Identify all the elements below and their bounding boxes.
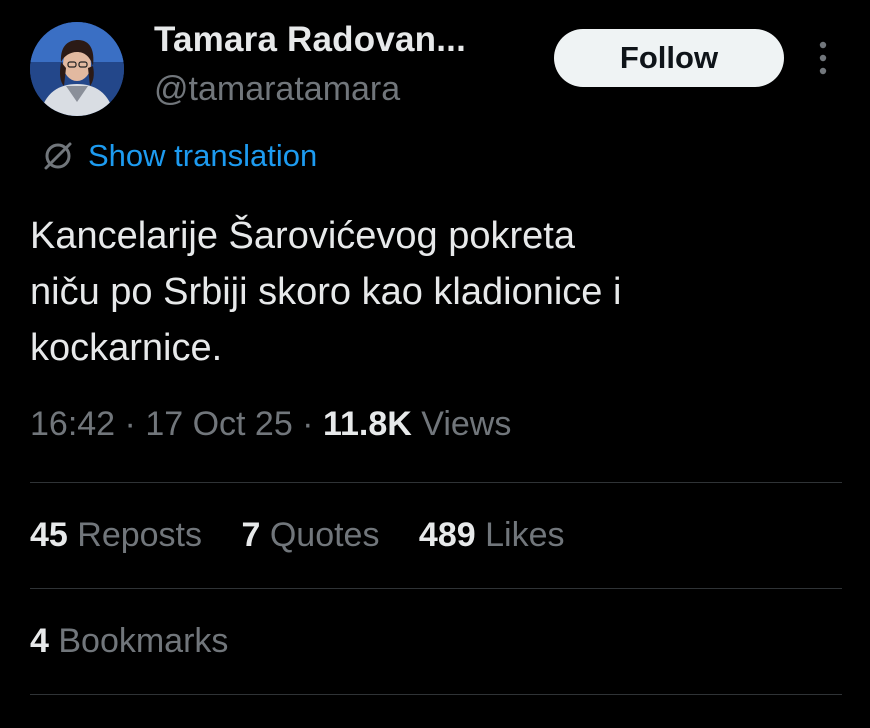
show-translation-label: Show translation [88, 138, 318, 173]
tweet-date[interactable]: 17 Oct 25 [145, 405, 292, 443]
divider [30, 482, 842, 483]
engagement-stats: 45 Reposts 7 Quotes 489 Likes [30, 516, 594, 555]
tweet-text-line: Kancelarije Šarovićevog pokreta [30, 215, 575, 257]
tweet-text: Kancelarije Šarovićevog pokreta niču po … [30, 208, 850, 376]
reposts-count: 45 [30, 516, 68, 554]
views-label: Views [411, 405, 512, 443]
likes-label: Likes [475, 516, 565, 554]
quotes-stat[interactable]: 7 Quotes [241, 516, 379, 555]
views-count: 11.8K [322, 405, 412, 443]
tweet-text-line: niču po Srbiji skoro kao kladionice i [30, 271, 622, 313]
avatar-image [30, 22, 124, 116]
likes-stat[interactable]: 489 Likes [419, 516, 565, 555]
tweet-meta: 16:42 · 17 Oct 25 · 11.8K Views [30, 405, 511, 444]
follow-button[interactable]: Follow [554, 29, 784, 87]
reposts-label: Reposts [67, 516, 203, 554]
globe-strike-icon [44, 142, 72, 170]
quotes-label: Quotes [260, 516, 380, 554]
more-vertical-icon [819, 41, 827, 75]
tweet-text-line: kockarnice. [30, 327, 223, 369]
reposts-stat[interactable]: 45 Reposts [30, 516, 202, 555]
bookmarks-label: Bookmarks [48, 622, 229, 660]
bookmarks-stat[interactable]: 4 Bookmarks [30, 622, 228, 661]
likes-count: 489 [418, 516, 476, 554]
divider [30, 694, 842, 695]
show-translation-link[interactable]: Show translation [40, 136, 317, 176]
bookmarks-count: 4 [30, 622, 49, 660]
avatar[interactable] [30, 22, 124, 116]
author-handle[interactable]: @tamaratamara [154, 70, 400, 109]
divider [30, 588, 842, 589]
meta-separator: · [292, 405, 323, 443]
tweet-time[interactable]: 16:42 [30, 405, 115, 443]
author-display-name[interactable]: Tamara Radovan... [154, 20, 466, 60]
meta-separator: · [115, 405, 146, 443]
tweet-header: Tamara Radovan... @tamaratamara Follow [0, 0, 870, 130]
quotes-count: 7 [241, 516, 261, 554]
more-options-button[interactable] [808, 36, 838, 80]
